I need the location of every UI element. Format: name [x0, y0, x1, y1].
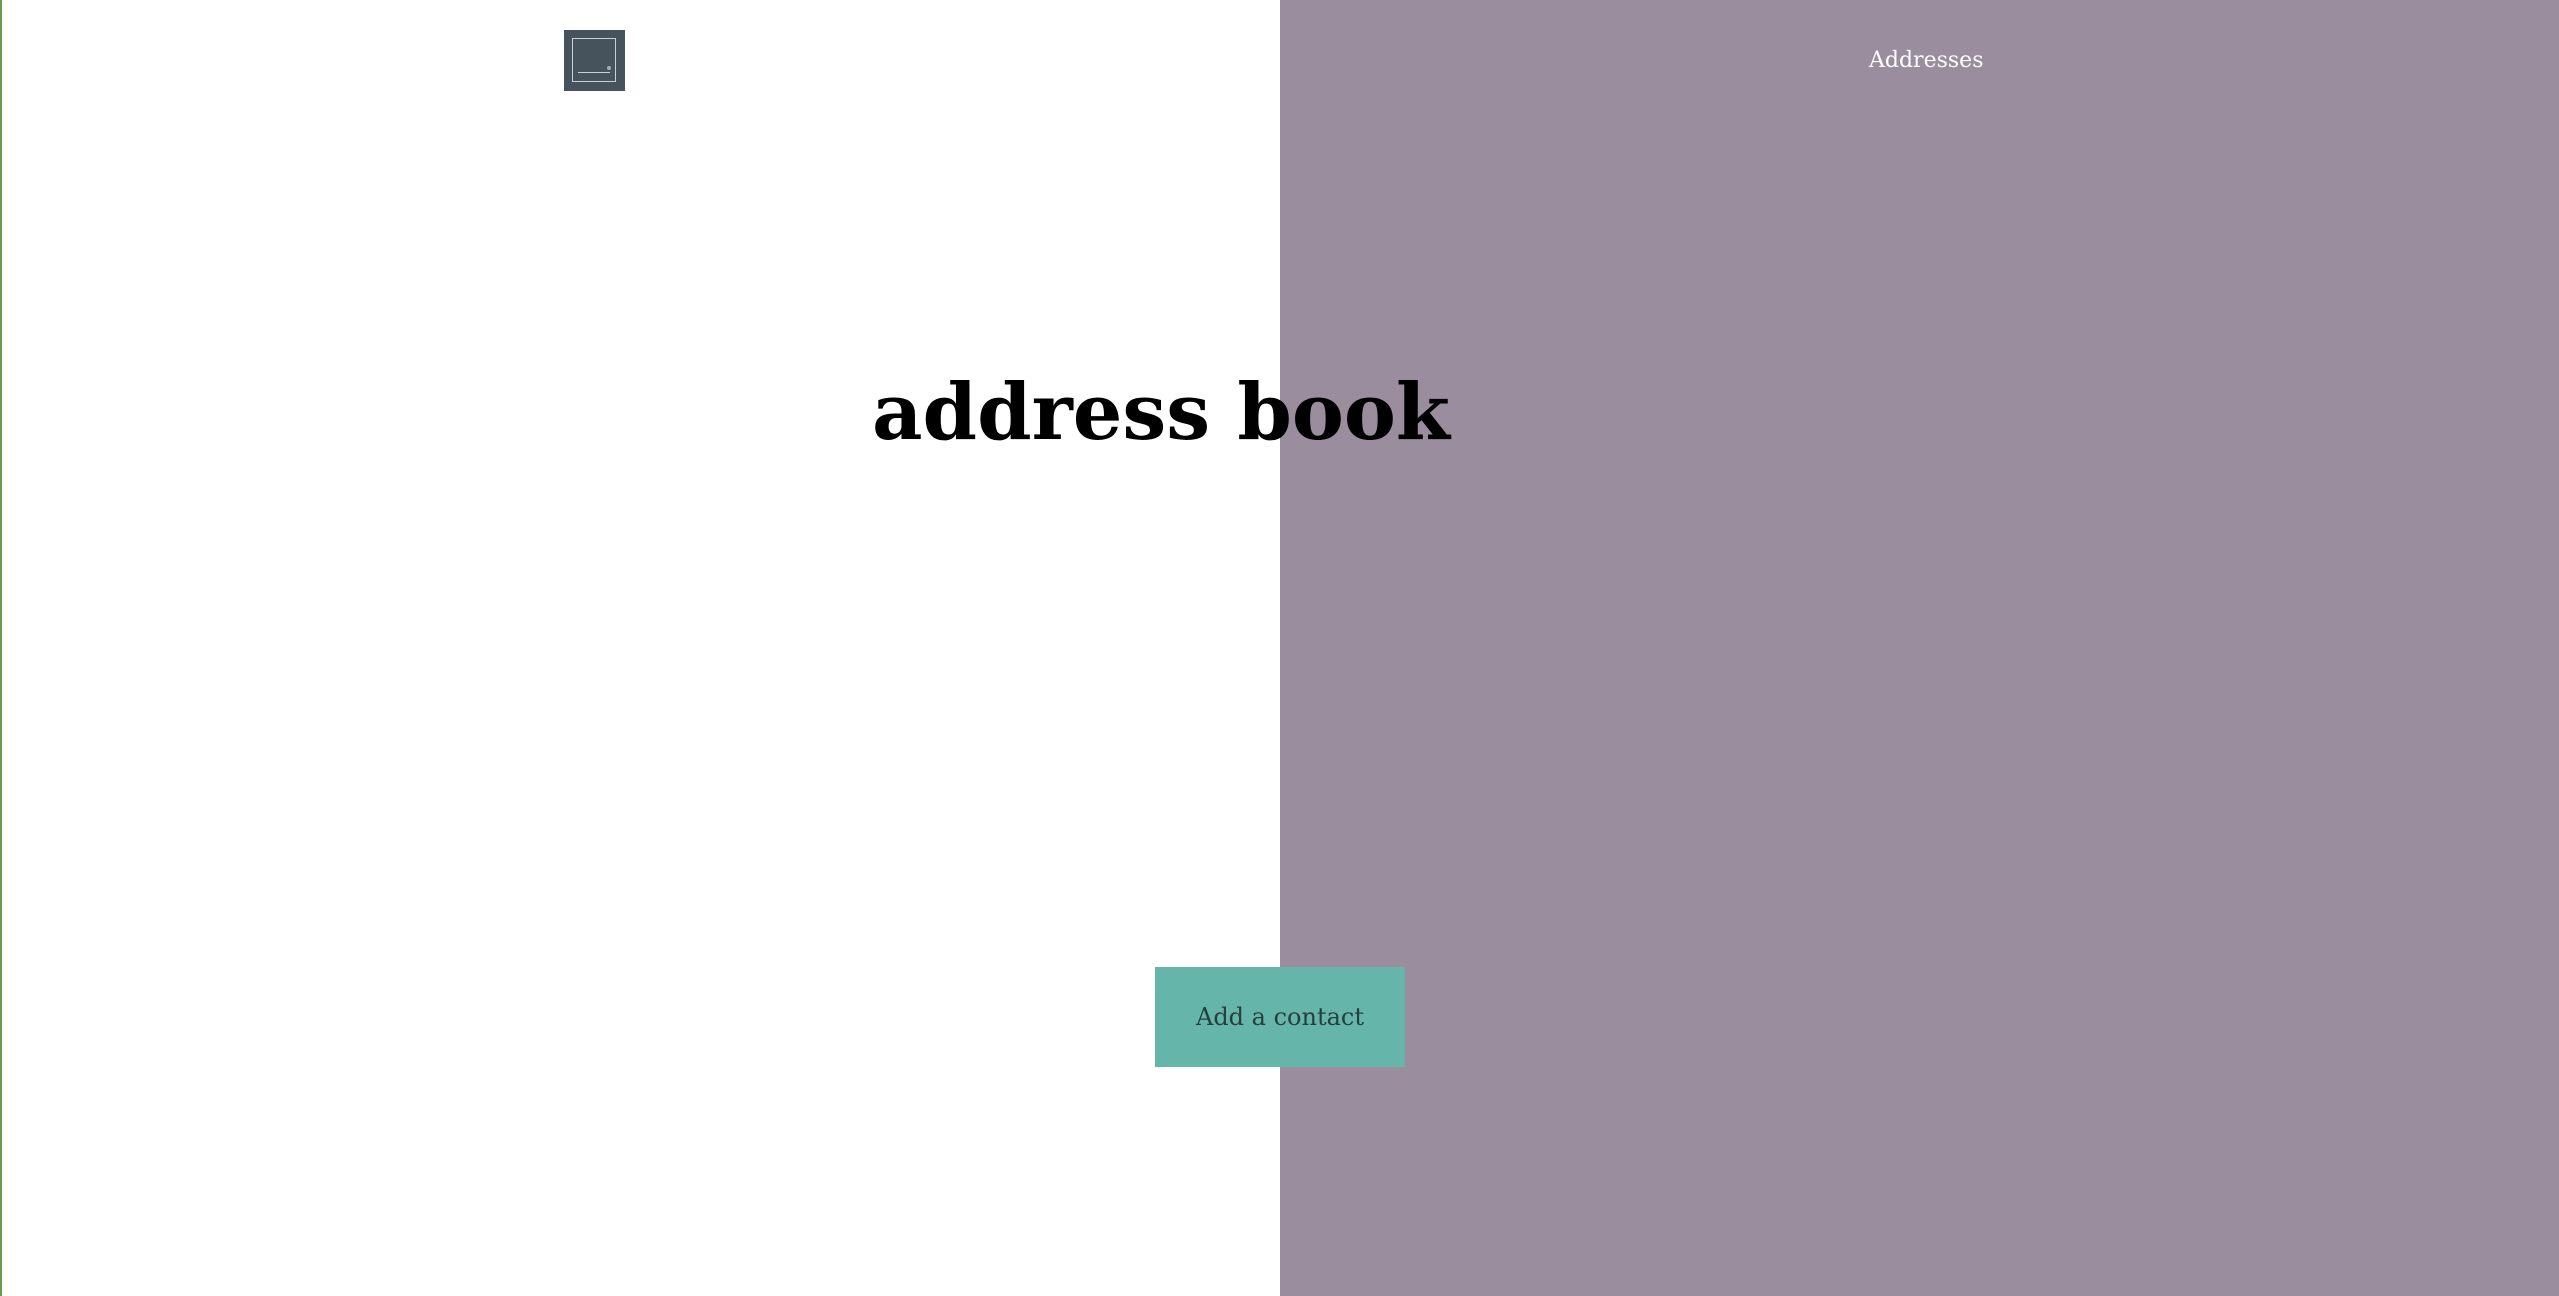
page: Addresses address book Add a contact: [0, 0, 2559, 1296]
right-panel: [1280, 0, 2559, 1296]
logo-rule-icon: [578, 72, 610, 73]
nav-link-addresses[interactable]: Addresses: [1869, 48, 1983, 73]
logo-dot-icon: [607, 66, 611, 70]
page-title: address book: [872, 367, 1450, 458]
logo-frame-icon: [572, 38, 616, 82]
left-panel: [0, 0, 1280, 1296]
address-book-logo[interactable]: [564, 30, 625, 91]
add-contact-button[interactable]: Add a contact: [1155, 967, 1405, 1067]
